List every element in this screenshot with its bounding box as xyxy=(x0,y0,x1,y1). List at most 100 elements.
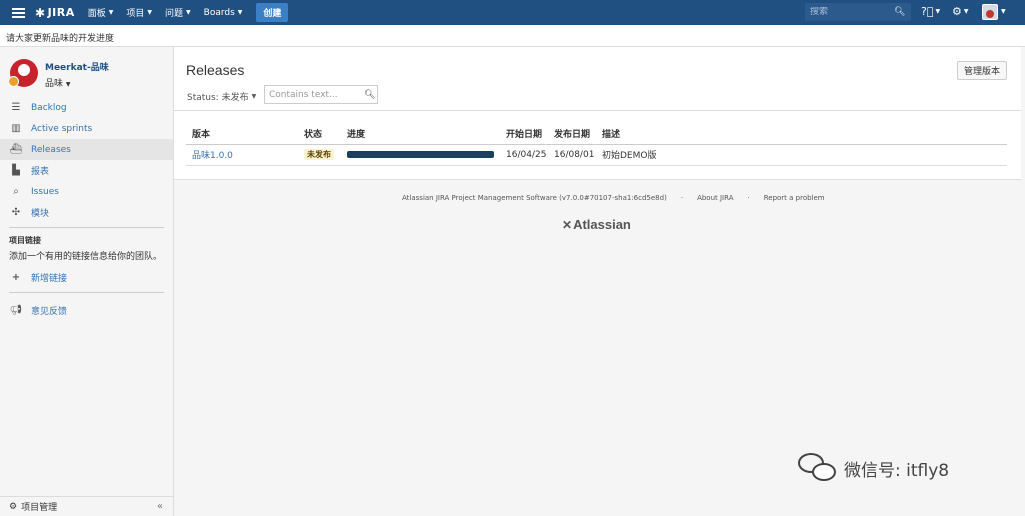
sidebar-divider xyxy=(9,292,164,293)
issues-icon: ⌕ xyxy=(13,186,19,197)
releases-panel: Releases 管理版本 Status: 未发布 ▼ 🔍︎ 版本 状态 进度 … xyxy=(174,47,1021,180)
progress-bar[interactable] xyxy=(347,151,494,158)
atlassian-logo-icon: ✕ xyxy=(562,217,573,232)
sidebar-nav: ☰ Backlog ▥ Active sprints ⛴ Releases ▙ 报表 ⌕… xyxy=(0,97,173,223)
nav-issues[interactable]: 问题 ▼ xyxy=(165,6,191,19)
feedback-button[interactable]: 📢︎ 意见反馈 xyxy=(0,300,173,321)
sidebar-item-label: 模块 xyxy=(31,209,50,219)
sidebar-item-releases[interactable]: ⛴ Releases xyxy=(0,139,173,160)
add-link-button[interactable]: + 新增链接 xyxy=(0,267,173,288)
settings-menu[interactable]: ⚙ ▼ xyxy=(952,5,969,18)
project-links-heading: 项目链接 xyxy=(9,236,41,245)
status-filter-dropdown[interactable]: Status: 未发布 ▼ xyxy=(187,90,256,103)
progress-bar-fill xyxy=(347,151,494,158)
footer-separator: · xyxy=(680,194,684,202)
atlassian-logo[interactable]: ✕ Atlassian xyxy=(562,217,631,232)
version-link[interactable]: 品味1.0.0 xyxy=(192,151,233,161)
header-divider xyxy=(174,110,1021,111)
jira-logo-icon: ✱ xyxy=(35,5,46,20)
nav-issues-label: 问题 xyxy=(165,9,184,19)
feedback-item[interactable]: 📢︎ 意见反馈 xyxy=(0,300,173,321)
nav-boards-label: Boards xyxy=(203,7,235,18)
ship-icon: ⛴ xyxy=(9,144,23,155)
text-filter-box: 🔍︎ xyxy=(264,85,378,104)
description-cell: 初始DEMO版 xyxy=(596,144,1007,166)
plus-icon: + xyxy=(11,272,21,283)
table-row: 品味1.0.0 未发布 16/04/25 16/08/01 初始DEMO版 xyxy=(186,144,1007,166)
project-sidebar: Meerkat-品味 品味 ▼ ☰ Backlog ▥ Active sprints… xyxy=(0,47,174,516)
chevron-down-icon: ▼ xyxy=(186,9,191,16)
versions-table: 版本 状态 进度 开始日期 发布日期 描述 品味1.0.0 未发布 16/04/… xyxy=(186,124,1007,166)
nav-projects-label: 项目 xyxy=(126,9,145,19)
sidebar-item-label: Releases xyxy=(31,144,71,155)
add-link-label: 新增链接 xyxy=(31,274,68,284)
project-name[interactable]: Meerkat-品味 xyxy=(45,60,109,73)
status-badge: 未发布 xyxy=(304,149,334,160)
report-problem-link[interactable]: Report a problem xyxy=(764,194,825,202)
sidebar-item-label: Active sprints xyxy=(31,123,93,134)
add-link-item[interactable]: + 新增链接 xyxy=(0,267,173,288)
board-icon: ▥ xyxy=(11,123,21,134)
project-avatar[interactable] xyxy=(8,59,38,87)
nav-boards[interactable]: Boards ▼ xyxy=(204,8,243,18)
text-filter-input[interactable] xyxy=(269,89,364,100)
project-admin-footer[interactable]: ⚙ 项目管理 « xyxy=(0,496,173,516)
status-cell: 未发布 xyxy=(298,144,341,166)
gear-icon: ⚙ xyxy=(9,501,18,512)
sidebar-item-active-sprints[interactable]: ▥ Active sprints xyxy=(0,118,173,139)
column-header-status[interactable]: 状态 xyxy=(298,124,341,145)
announcement-banner: 请大家更新品味的开发进度 xyxy=(0,25,1025,47)
backlog-icon: ☰ xyxy=(11,102,21,113)
gear-icon: ⚙ xyxy=(952,5,962,18)
chevron-down-icon: ▼ xyxy=(237,9,243,16)
search-icon[interactable]: 🔍︎ xyxy=(364,90,375,100)
chevron-down-icon: ▼ xyxy=(963,8,969,15)
column-header-start-date[interactable]: 开始日期 xyxy=(500,124,548,145)
chevron-down-icon[interactable]: ▼ xyxy=(1001,8,1006,15)
sidebar-item-label: 报表 xyxy=(31,167,50,177)
board-switcher[interactable]: 品味 ▼ xyxy=(45,76,109,89)
nav-dashboards[interactable]: 面板 ▼ xyxy=(88,6,114,19)
sidebar-item-issues[interactable]: ⌕ Issues xyxy=(0,181,173,202)
column-header-release-date[interactable]: 发布日期 xyxy=(548,124,596,145)
create-button[interactable]: 创建 xyxy=(256,3,289,22)
nav-dashboards-label: 面板 xyxy=(87,9,106,19)
progress-cell xyxy=(341,144,500,166)
project-badge-icon xyxy=(8,76,19,87)
column-header-version[interactable]: 版本 xyxy=(186,124,298,145)
column-header-description[interactable]: 描述 xyxy=(596,124,1007,145)
nav-projects[interactable]: 项目 ▼ xyxy=(126,6,152,19)
search-input[interactable] xyxy=(810,7,894,17)
chevron-down-icon: ▼ xyxy=(108,9,114,16)
manage-versions-button[interactable]: 管理版本 xyxy=(956,61,1007,80)
app-switcher-icon[interactable] xyxy=(12,7,25,18)
help-menu[interactable]: ?⃝ ▼ xyxy=(921,5,940,18)
sidebar-item-backlog[interactable]: ☰ Backlog xyxy=(0,97,173,118)
chevron-down-icon: ▼ xyxy=(251,93,257,100)
help-icon: ?⃝ xyxy=(921,5,934,18)
table-header-row: 版本 状态 进度 开始日期 发布日期 描述 xyxy=(186,124,1007,145)
about-jira-link[interactable]: About JIRA xyxy=(697,194,733,202)
column-header-progress[interactable]: 进度 xyxy=(341,124,500,145)
software-version-link[interactable]: Atlassian JIRA Project Management Softwa… xyxy=(402,194,667,202)
user-avatar[interactable] xyxy=(982,4,998,20)
footer-separator: · xyxy=(747,194,750,202)
search-icon[interactable]: 🔍︎ xyxy=(894,7,905,17)
chevron-down-icon: ▼ xyxy=(935,8,941,15)
status-filter-label: Status: 未发布 xyxy=(187,93,249,103)
sidebar-item-label: Issues xyxy=(31,186,59,197)
sidebar-item-reports[interactable]: ▙ 报表 xyxy=(0,160,173,181)
feedback-label: 意见反馈 xyxy=(31,307,68,317)
chevron-down-icon: ▼ xyxy=(65,81,71,88)
sidebar-divider xyxy=(9,227,164,228)
start-date-cell: 16/04/25 xyxy=(500,144,548,166)
sidebar-item-components[interactable]: ✣ 模块 xyxy=(0,202,173,223)
megaphone-icon: 📢︎ xyxy=(9,305,23,316)
jira-logo[interactable]: ✱ JIRA xyxy=(35,6,75,20)
atlassian-logo-text: Atlassian xyxy=(573,217,631,232)
project-links-description: 添加一个有用的链接信息给你的团队。 xyxy=(9,252,163,262)
chevron-down-icon: ▼ xyxy=(147,9,153,16)
collapse-sidebar-icon[interactable]: « xyxy=(157,501,163,512)
board-switcher-label: 品味 xyxy=(45,79,64,89)
jira-logo-text: JIRA xyxy=(47,6,75,19)
